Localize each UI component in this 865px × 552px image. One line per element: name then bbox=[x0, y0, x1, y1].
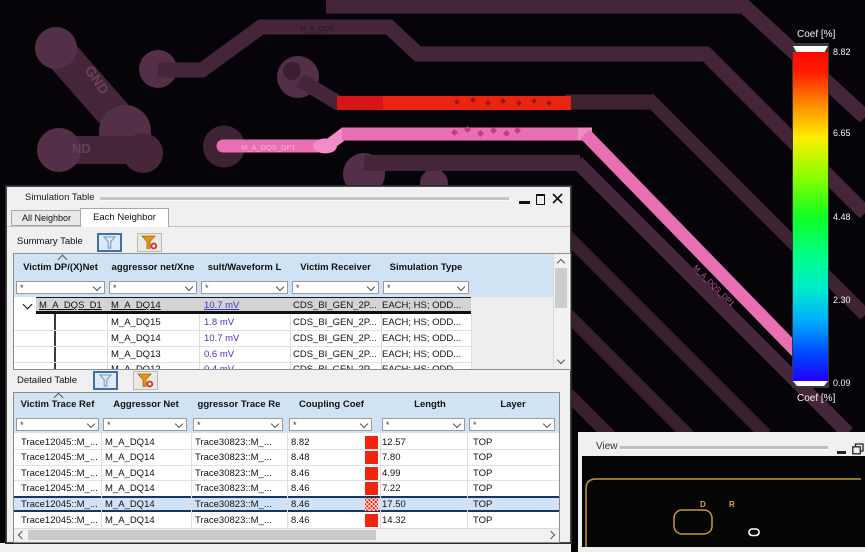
svg-text:R: R bbox=[729, 500, 735, 509]
svg-text:ND: ND bbox=[72, 141, 91, 156]
svg-text:M_A_DQS_DP1: M_A_DQS_DP1 bbox=[241, 143, 296, 152]
svg-text:Coef [%]: Coef [%] bbox=[797, 393, 836, 404]
svg-text:8.82: 8.82 bbox=[833, 47, 851, 57]
svg-text:D: D bbox=[700, 500, 706, 509]
svg-text:Coef [%]: Coef [%] bbox=[797, 29, 836, 40]
svg-text:4.48: 4.48 bbox=[833, 212, 851, 222]
svg-text:6.65: 6.65 bbox=[833, 128, 851, 138]
svg-text:0.09: 0.09 bbox=[833, 378, 851, 388]
svg-text:M_A_DQS: M_A_DQS bbox=[300, 26, 334, 33]
svg-text:2.30: 2.30 bbox=[833, 295, 851, 305]
